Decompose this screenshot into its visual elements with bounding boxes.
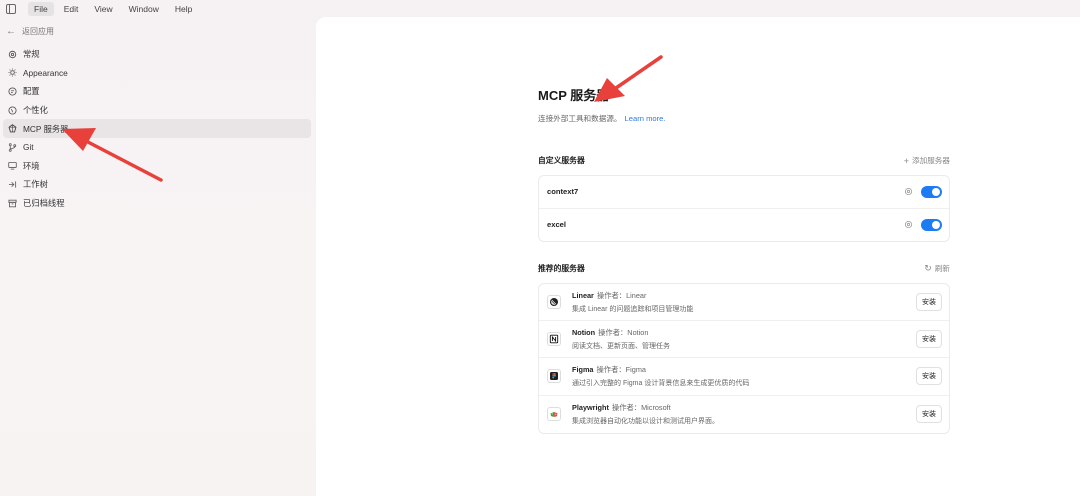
menu-window[interactable]: Window	[123, 2, 165, 16]
sidebar-item-label: 工作树	[23, 179, 48, 190]
sidebar-item-label: 已归档线程	[23, 198, 65, 209]
mcp-icon	[8, 124, 17, 133]
server-name: Notion	[572, 327, 596, 337]
server-operator: 操作者：Notion	[598, 327, 649, 337]
recommended-server-row: Linear 操作者：Linear 集成 Linear 的问题追踪和项目管理功能 …	[539, 284, 949, 322]
server-row: context7	[539, 176, 949, 209]
back-arrow-icon: ←	[6, 26, 16, 37]
install-button[interactable]: 安装	[916, 405, 942, 424]
sidebar-item-label: 环境	[23, 160, 40, 171]
learn-more-link[interactable]: Learn more.	[625, 114, 666, 123]
gear-icon	[8, 50, 17, 59]
server-operator: 操作者：Microsoft	[611, 402, 671, 412]
playwright-logo-icon	[547, 407, 561, 422]
mcp-settings-content: MCP 服务器 连接外部工具和数据源。 Learn more. 自定义服务器 + …	[538, 85, 950, 434]
git-branch-icon	[8, 142, 17, 152]
gear-icon[interactable]	[904, 220, 913, 229]
figma-logo-icon	[547, 369, 561, 384]
back-label: 返回应用	[22, 27, 54, 36]
sidebar-item-label: 常规	[23, 49, 40, 60]
sidebar-item-label: MCP 服务器	[23, 123, 69, 134]
recommended-server-info: Notion 操作者：Notion 阅读文档、更新页面、管理任务	[572, 328, 916, 351]
sidebar-item-worktree[interactable]: 工作树	[3, 175, 311, 194]
settings-nav: 常规 Appearance 配置 个性化 MCP 服务器 Git 环境 工作树	[3, 45, 311, 212]
main-panel: MCP 服务器 连接外部工具和数据源。 Learn more. 自定义服务器 + …	[316, 17, 1080, 496]
server-enabled-toggle[interactable]	[921, 218, 942, 231]
install-button[interactable]: 安装	[916, 330, 942, 349]
back-to-app-link[interactable]: ← 返回应用	[6, 26, 54, 37]
sidebar-toggle-icon[interactable]	[6, 3, 16, 14]
server-name: context7	[547, 187, 579, 197]
server-description: 通过引入完整的 Figma 设计背景信息来生成更优质的代码	[572, 379, 750, 387]
add-server-button[interactable]: + 添加服务器	[904, 155, 950, 166]
menu-bar: File Edit View Window Help	[0, 0, 1080, 17]
install-button[interactable]: 安装	[916, 293, 942, 312]
server-operator: 操作者：Figma	[596, 364, 646, 374]
settings-sidebar: ← 返回应用 常规 Appearance 配置 个性化 MCP 服务器 Git	[0, 17, 314, 496]
add-server-label: 添加服务器	[912, 156, 950, 165]
sidebar-item-general[interactable]: 常规	[3, 45, 311, 64]
monitor-icon	[8, 161, 17, 170]
server-row: excel	[539, 209, 949, 242]
refresh-button[interactable]: ↻ 刷新	[924, 263, 950, 274]
server-name: Playwright	[572, 402, 609, 412]
sidebar-item-environment[interactable]: 环境	[3, 157, 311, 176]
install-button[interactable]: 安装	[916, 367, 942, 386]
sun-icon	[8, 68, 17, 77]
server-name: Linear	[572, 290, 594, 300]
sidebar-item-label: Git	[23, 142, 34, 153]
sidebar-item-label: 配置	[23, 86, 40, 97]
custom-servers-list: context7 excel	[538, 175, 950, 242]
section-title: 自定义服务器	[538, 156, 585, 165]
recommended-server-row: Notion 操作者：Notion 阅读文档、更新页面、管理任务 安装	[539, 321, 949, 359]
recommended-server-info: Linear 操作者：Linear 集成 Linear 的问题追踪和项目管理功能	[572, 291, 916, 314]
sidebar-item-appearance[interactable]: Appearance	[3, 64, 311, 83]
server-enabled-toggle[interactable]	[921, 185, 942, 198]
plus-icon: +	[903, 155, 910, 166]
subtitle-text: 连接外部工具和数据源。	[538, 114, 622, 123]
server-description: 集成浏览器自动化功能以设计和测试用户界面。	[572, 417, 719, 425]
sidebar-item-personalize[interactable]: 个性化	[3, 101, 311, 120]
linear-logo-icon	[547, 295, 561, 310]
worktree-icon	[8, 180, 17, 189]
server-name: excel	[547, 220, 567, 230]
server-description: 阅读文档、更新页面、管理任务	[572, 342, 670, 350]
sidebar-item-label: Appearance	[23, 67, 68, 78]
section-title: 推荐的服务器	[538, 264, 585, 273]
recommended-servers-list: Linear 操作者：Linear 集成 Linear 的问题追踪和项目管理功能 …	[538, 283, 950, 434]
server-description: 集成 Linear 的问题追踪和项目管理功能	[572, 305, 694, 313]
menu-view[interactable]: View	[88, 2, 118, 16]
sidebar-item-archived-threads[interactable]: 已归档线程	[3, 194, 311, 213]
custom-servers-header: 自定义服务器 + 添加服务器	[538, 155, 950, 166]
recommended-servers-header: 推荐的服务器 ↻ 刷新	[538, 263, 950, 274]
recommended-server-info: Playwright 操作者：Microsoft 集成浏览器自动化功能以设计和测试…	[572, 403, 916, 426]
recommended-server-row: Playwright 操作者：Microsoft 集成浏览器自动化功能以设计和测试…	[539, 396, 949, 433]
page-title: MCP 服务器	[538, 88, 610, 103]
config-icon	[8, 87, 17, 96]
menu-edit[interactable]: Edit	[58, 2, 85, 16]
page-subtitle: 连接外部工具和数据源。 Learn more.	[538, 113, 950, 124]
sidebar-item-git[interactable]: Git	[3, 138, 311, 157]
gear-icon[interactable]	[904, 187, 913, 196]
sidebar-item-mcp-servers[interactable]: MCP 服务器	[3, 119, 311, 138]
server-operator: 操作者：Linear	[596, 290, 647, 300]
recommended-server-info: Figma 操作者：Figma 通过引入完整的 Figma 设计背景信息来生成更优…	[572, 365, 916, 388]
menu-help[interactable]: Help	[169, 2, 198, 16]
refresh-icon: ↻	[924, 263, 932, 273]
server-name: Figma	[572, 364, 594, 374]
refresh-label: 刷新	[934, 264, 950, 273]
notion-logo-icon	[547, 332, 561, 347]
recommended-server-row: Figma 操作者：Figma 通过引入完整的 Figma 设计背景信息来生成更优…	[539, 358, 949, 396]
archive-icon	[8, 199, 17, 208]
sidebar-item-config[interactable]: 配置	[3, 82, 311, 101]
menu-file[interactable]: File	[28, 1, 54, 16]
sidebar-item-label: 个性化	[23, 105, 48, 116]
personalize-icon	[8, 106, 17, 115]
